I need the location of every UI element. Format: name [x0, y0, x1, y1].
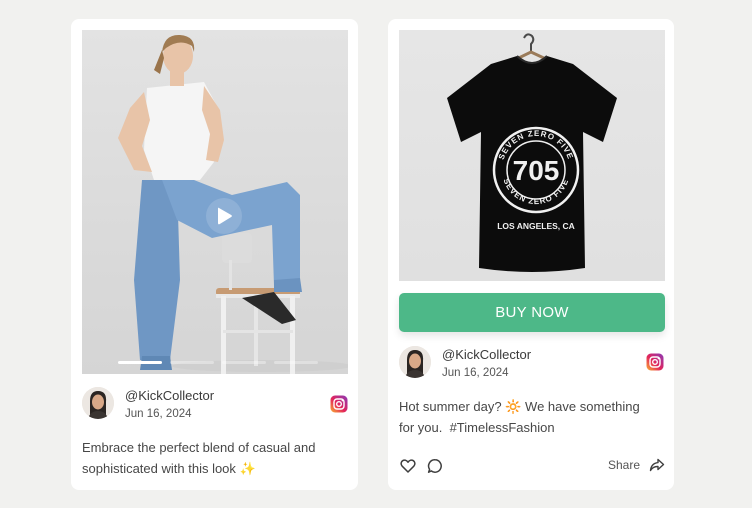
product-image[interactable]: SEVEN ZERO FIVE SEVEN ZERO FIVE 705 LOS …: [399, 30, 665, 281]
tshirt-photo: SEVEN ZERO FIVE SEVEN ZERO FIVE 705 LOS …: [447, 33, 617, 272]
play-button[interactable]: [206, 198, 242, 234]
share-arrow-icon: [649, 458, 665, 472]
progress-segment: [274, 361, 318, 364]
progress-segment: [170, 361, 214, 364]
post-caption: Embrace the perfect blend of casual and …: [82, 437, 348, 479]
progress-segment-active: [118, 361, 162, 364]
post-card-video: @KickCollector Jun 16, 2024 Embrace the …: [71, 19, 358, 490]
sparkle-emoji: ✨: [239, 461, 256, 476]
author-handle[interactable]: @KickCollector: [442, 347, 531, 362]
comment-icon[interactable]: [427, 458, 443, 474]
progress-segment: [222, 361, 266, 364]
caption-line1-rest: We have something: [525, 399, 640, 414]
caption-line2: for you. #TimelessFashion: [399, 420, 555, 435]
avatar[interactable]: [399, 346, 431, 378]
share-label: Share: [607, 458, 640, 472]
instagram-icon[interactable]: [646, 353, 664, 371]
caption-line1: Hot summer day?: [399, 399, 502, 414]
buy-now-button[interactable]: BUY NOW: [399, 293, 665, 332]
share-button[interactable]: Share: [608, 458, 665, 472]
heart-icon[interactable]: [400, 458, 416, 474]
post-video[interactable]: [82, 30, 348, 374]
post-actions: Share: [399, 458, 665, 478]
post-date: Jun 16, 2024: [442, 367, 509, 379]
sun-emoji: 🔆: [505, 399, 522, 414]
play-icon: [218, 207, 232, 225]
print-number: 705: [513, 155, 560, 186]
print-city: LOS ANGELES, CA: [497, 221, 575, 231]
author-handle[interactable]: @KickCollector: [125, 388, 214, 403]
video-progress: [118, 361, 318, 364]
post-date: Jun 16, 2024: [125, 408, 192, 420]
post-card-product: SEVEN ZERO FIVE SEVEN ZERO FIVE 705 LOS …: [388, 19, 674, 490]
avatar-photo: [82, 387, 114, 419]
instagram-icon[interactable]: [330, 395, 348, 413]
avatar[interactable]: [82, 387, 114, 419]
caption-text: Embrace the perfect blend of casual and …: [82, 440, 316, 476]
avatar-photo: [399, 346, 431, 378]
post-caption: Hot summer day? 🔆 We have something for …: [399, 396, 665, 438]
